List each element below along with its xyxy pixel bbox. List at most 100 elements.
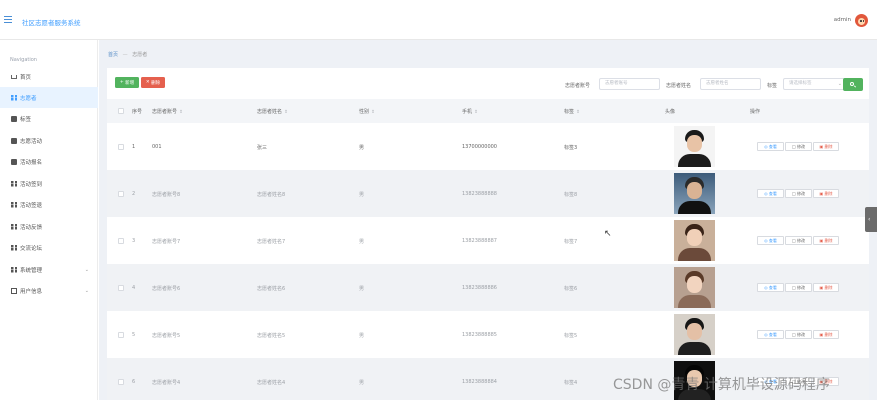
sidebar-item-checkout[interactable]: 活动签退: [0, 194, 98, 215]
row-checkbox[interactable]: [118, 191, 124, 197]
edit-icon: □: [791, 332, 796, 337]
cell-gender: 男: [359, 239, 365, 245]
cell-name: 志愿者姓名6: [257, 286, 286, 292]
sidebar-item-activity[interactable]: 志愿活动: [0, 130, 98, 151]
sidebar-item-home[interactable]: 首页: [0, 66, 98, 87]
sort-icon: ⇕: [179, 110, 183, 115]
edit-button[interactable]: □ 修改: [785, 330, 812, 339]
cell-phone: 13823888888: [462, 191, 497, 197]
search-button[interactable]: [843, 78, 863, 91]
sidebar-item-tag[interactable]: 标签: [0, 108, 98, 129]
breadcrumb-current: 志愿者: [132, 52, 148, 58]
delete-button[interactable]: ▣ 删除: [813, 283, 839, 292]
sidebar-item-volunteer[interactable]: 志愿者: [0, 87, 98, 108]
row-checkbox[interactable]: [118, 379, 124, 385]
view-button[interactable]: ◎ 查看: [757, 142, 784, 151]
eye-icon: ◎: [764, 332, 768, 337]
table-row: 3 志愿者账号7 志愿者姓名7 男 13823888887 标签7 ◎ 查看 □…: [107, 217, 869, 264]
top-bar: 社区志愿者服务系统 admin: [0, 0, 877, 40]
cell-gender: 男: [359, 192, 365, 198]
account-search-input[interactable]: 志愿者账号: [599, 78, 660, 90]
row-checkbox[interactable]: [118, 332, 124, 338]
edit-icon: □: [791, 191, 796, 196]
table-row: 5 志愿者账号5 志愿者姓名5 男 13823888885 标签5 ◎ 查看 □…: [107, 311, 869, 358]
cell-index: 5: [132, 332, 136, 338]
sidebar-item-userinfo[interactable]: 用户信息 ⌄: [0, 280, 98, 301]
sort-icon: ⇕: [371, 110, 375, 115]
cell-index: 3: [132, 238, 136, 244]
column-header-gender[interactable]: 性别 ⇕: [359, 108, 375, 115]
cell-account: 001: [152, 144, 162, 150]
sidebar: Navigation 首页 志愿者 标签 志愿活动 活动报名 活动签到 活动签退…: [0, 40, 98, 400]
user-avatar[interactable]: [855, 14, 868, 27]
menu-toggle-icon[interactable]: [4, 16, 12, 23]
edit-button[interactable]: □ 修改: [785, 283, 812, 292]
trash-icon: ▣: [819, 191, 824, 196]
cell-gender: 男: [359, 145, 365, 151]
cell-account: 志愿者账号4: [152, 380, 181, 386]
cell-phone: 13823888885: [462, 332, 497, 338]
view-button[interactable]: ◎ 查看: [757, 330, 784, 339]
user-name[interactable]: admin: [834, 17, 851, 23]
batch-delete-button[interactable]: ✕ 删除: [141, 77, 165, 88]
cell-gender: 男: [359, 380, 365, 386]
edit-icon: □: [791, 285, 796, 290]
column-header-tag[interactable]: 标签 ⇕: [564, 108, 580, 115]
row-checkbox[interactable]: [118, 285, 124, 291]
sidebar-item-label: 活动反馈: [20, 224, 43, 231]
table-header: 序号 志愿者账号 ⇕ 志愿者姓名 ⇕ 性别 ⇕ 手机 ⇕ 标签 ⇕ 头像 操作: [107, 99, 869, 123]
column-header-phone[interactable]: 手机 ⇕: [462, 108, 478, 115]
cell-tag: 标签6: [564, 286, 578, 292]
filter-label-tag: 标签: [767, 83, 778, 89]
sidebar-item-checkin[interactable]: 活动签到: [0, 173, 98, 194]
grid-icon: [11, 201, 17, 208]
delete-button[interactable]: ▣ 删除: [813, 189, 839, 198]
delete-button[interactable]: ▣ 删除: [813, 142, 839, 151]
user-card-icon: [11, 287, 17, 294]
sidebar-item-label: 交流论坛: [20, 245, 43, 252]
trash-icon: ▣: [819, 144, 824, 149]
eye-icon: ◎: [764, 191, 768, 196]
avatar-photo: [674, 220, 715, 261]
grid-icon: [11, 223, 17, 230]
view-button[interactable]: ◎ 查看: [757, 283, 784, 292]
add-button[interactable]: + 新增: [115, 77, 139, 88]
sidebar-item-system[interactable]: 系统管理 ⌄: [0, 259, 98, 280]
grid-icon: [11, 244, 17, 251]
signup-icon: [11, 158, 17, 165]
row-checkbox[interactable]: [118, 144, 124, 150]
avatar-photo: [674, 267, 715, 308]
column-header-actions: 操作: [750, 109, 761, 115]
cell-account: 志愿者账号5: [152, 333, 181, 339]
delete-button[interactable]: ▣ 删除: [813, 236, 839, 245]
avatar-photo: [674, 126, 715, 167]
edit-button[interactable]: □ 修改: [785, 189, 812, 198]
table-row: 1 001 张三 男 13700000000 标签3 ◎ 查看 □ 修改 ▣ 删…: [107, 123, 869, 170]
breadcrumb: 首页 — 志愿者: [108, 51, 147, 58]
column-header-account[interactable]: 志愿者账号 ⇕: [152, 108, 183, 115]
cell-phone: 13823888887: [462, 238, 497, 244]
sidebar-item-signup[interactable]: 活动报名: [0, 151, 98, 172]
view-button[interactable]: ◎ 查看: [757, 236, 784, 245]
cell-tag: 标签5: [564, 333, 578, 339]
select-all-checkbox[interactable]: [118, 108, 124, 114]
edit-button[interactable]: □ 修改: [785, 236, 812, 245]
sidebar-item-forum[interactable]: 交流论坛: [0, 237, 98, 258]
sidebar-item-feedback[interactable]: 活动反馈: [0, 216, 98, 237]
delete-button[interactable]: ▣ 删除: [813, 330, 839, 339]
breadcrumb-home[interactable]: 首页: [108, 52, 118, 58]
edit-button[interactable]: □ 修改: [785, 142, 812, 151]
column-header-name[interactable]: 志愿者姓名 ⇕: [257, 108, 288, 115]
row-checkbox[interactable]: [118, 238, 124, 244]
sidebar-item-label: 系统管理: [20, 267, 43, 274]
chevron-left-icon: ‹: [868, 216, 871, 223]
cell-gender: 男: [359, 333, 365, 339]
tag-select-placeholder: 请选择标签: [789, 81, 812, 86]
side-collapse-tab[interactable]: ‹: [865, 207, 877, 232]
breadcrumb-separator: —: [122, 52, 128, 58]
view-button[interactable]: ◎ 查看: [757, 189, 784, 198]
column-header-index: 序号: [132, 109, 143, 115]
tag-select[interactable]: 请选择标签 ⌄: [783, 78, 847, 90]
name-search-input[interactable]: 志愿者姓名: [700, 78, 761, 90]
cell-name: 志愿者姓名4: [257, 380, 286, 386]
